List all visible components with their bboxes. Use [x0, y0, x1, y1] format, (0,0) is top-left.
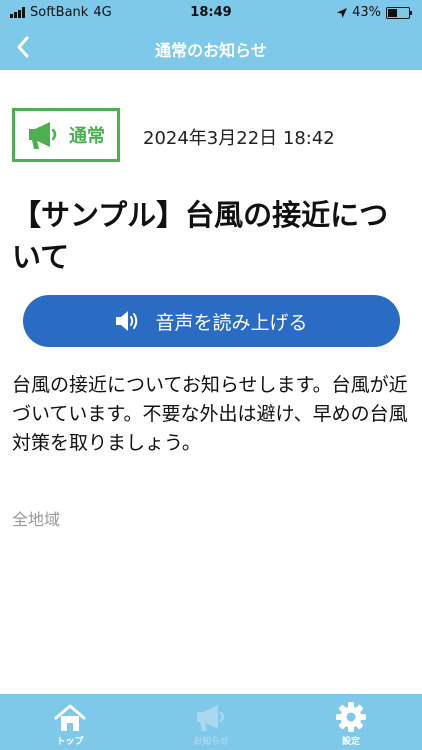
read-aloud-button[interactable]: 音声を読み上げる [23, 295, 400, 347]
status-right: 43% [337, 5, 412, 20]
gear-icon [336, 702, 366, 732]
page-title: 通常のお知らせ [155, 41, 267, 60]
tab-settings[interactable]: 設定 [306, 694, 396, 750]
notice-region: 全地域 [12, 510, 61, 529]
tab-settings-label: 設定 [341, 737, 360, 747]
speaker-icon [116, 311, 138, 331]
location-arrow-icon [337, 7, 348, 18]
notice-category-badge: 通常 [12, 108, 120, 162]
notice-title: 【サンプル】台風の接近について [12, 198, 389, 274]
battery-icon [386, 6, 412, 19]
tab-bar: トップ お知らせ 設定 [0, 694, 422, 750]
read-aloud-label: 音声を読み上げる [155, 311, 308, 334]
home-icon [54, 704, 86, 731]
notice-date: 2024年3月22日 18:42 [143, 128, 335, 149]
status-bar: SoftBank 4G 18:49 43% [0, 0, 422, 26]
tab-notices[interactable]: お知らせ [166, 694, 256, 750]
tab-notices-label: お知らせ [193, 737, 229, 747]
battery-percent: 43% [352, 5, 381, 20]
megaphone-icon [29, 122, 57, 149]
notice-body: 台風の接近についてお知らせします。台風が近づいています。不要な外出は避け、早めの… [12, 374, 408, 454]
tab-top[interactable]: トップ [25, 694, 115, 750]
nav-bar: 通常のお知らせ [0, 26, 422, 70]
megaphone-icon [197, 705, 225, 731]
tab-top-label: トップ [56, 737, 84, 747]
badge-label: 通常 [69, 126, 105, 147]
